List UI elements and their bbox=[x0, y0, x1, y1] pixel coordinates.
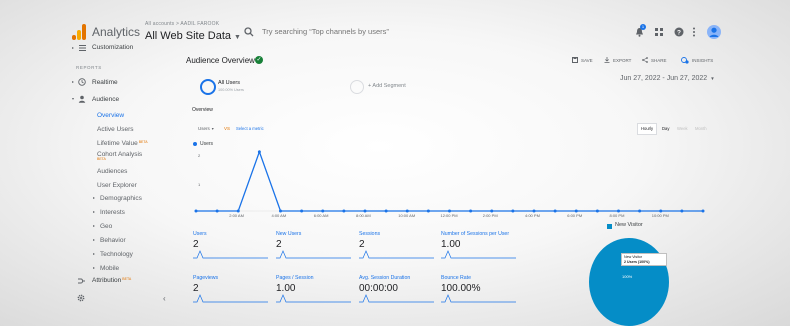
metric-label[interactable]: Sessions bbox=[359, 231, 380, 237]
x-tick-label: 8:00 AM bbox=[356, 213, 371, 218]
metric-sparkline bbox=[441, 294, 516, 303]
x-tick-label: 6:00 AM bbox=[313, 213, 329, 218]
metric-value: 100.00% bbox=[441, 283, 481, 294]
legend-swatch bbox=[607, 224, 612, 229]
data-point[interactable] bbox=[300, 209, 304, 213]
tooltip-value: 2 Users (100%) bbox=[624, 260, 650, 264]
data-point[interactable] bbox=[595, 209, 599, 213]
pie-tooltip: New Visitor 2 Users (100%) bbox=[621, 253, 667, 266]
pie-slice-label: 100% bbox=[622, 274, 633, 279]
pie-slice-new-visitor[interactable] bbox=[589, 238, 669, 326]
x-tick-label: 4:00 PM bbox=[525, 213, 540, 218]
data-point[interactable] bbox=[680, 209, 684, 213]
metric-label[interactable]: Pageviews bbox=[193, 275, 218, 281]
x-tick-label: 6:00 PM bbox=[567, 213, 583, 218]
series-line-users bbox=[196, 149, 703, 212]
data-point[interactable] bbox=[511, 209, 515, 213]
metric-value: 2 bbox=[193, 239, 199, 250]
data-point[interactable] bbox=[638, 209, 642, 213]
metric-sparkline bbox=[276, 294, 351, 303]
metric-value: 2 bbox=[193, 283, 199, 294]
metric-label[interactable]: Number of Sessions per User bbox=[441, 231, 509, 237]
metric-label[interactable]: Users bbox=[193, 231, 207, 237]
data-point[interactable] bbox=[215, 209, 219, 213]
metric-value: 1.00 bbox=[276, 283, 296, 294]
x-tick-label: 8:00 PM bbox=[609, 213, 625, 218]
x-tick-label: 10:00 PM bbox=[651, 213, 669, 218]
data-point[interactable] bbox=[469, 209, 473, 213]
data-point[interactable] bbox=[384, 209, 388, 213]
x-tick-label: 2:00 AM bbox=[229, 213, 244, 218]
visitor-pie-chart bbox=[589, 238, 669, 326]
data-point[interactable] bbox=[257, 150, 261, 154]
x-tick-label: 10:00 AM bbox=[398, 213, 416, 218]
x-tick-label: 12:00 PM bbox=[440, 213, 458, 218]
metric-sparkline bbox=[276, 250, 351, 259]
metric-label[interactable]: New Users bbox=[276, 231, 301, 237]
data-point[interactable] bbox=[701, 209, 705, 213]
data-point[interactable] bbox=[553, 209, 557, 213]
metric-sparkline bbox=[193, 294, 268, 303]
metric-value: 2 bbox=[359, 239, 365, 250]
pie-legend-label: New Visitor bbox=[615, 222, 643, 228]
data-point[interactable] bbox=[342, 209, 346, 213]
metric-sparkline bbox=[193, 250, 268, 259]
metric-label[interactable]: Bounce Rate bbox=[441, 275, 471, 281]
metric-sparkline bbox=[359, 294, 434, 303]
data-point[interactable] bbox=[426, 209, 430, 213]
x-tick-label: 4:00 AM bbox=[271, 213, 287, 218]
metric-label[interactable]: Avg. Session Duration bbox=[359, 275, 410, 281]
x-tick-label: 2:00 PM bbox=[482, 213, 498, 218]
metric-sparkline bbox=[359, 250, 434, 259]
metric-value: 1.00 bbox=[441, 239, 461, 250]
metric-value: 2 bbox=[276, 239, 282, 250]
metric-label[interactable]: Pages / Session bbox=[276, 275, 314, 281]
metric-sparkline bbox=[441, 250, 516, 259]
data-point[interactable] bbox=[194, 209, 198, 213]
metric-value: 00:00:00 bbox=[359, 283, 398, 294]
